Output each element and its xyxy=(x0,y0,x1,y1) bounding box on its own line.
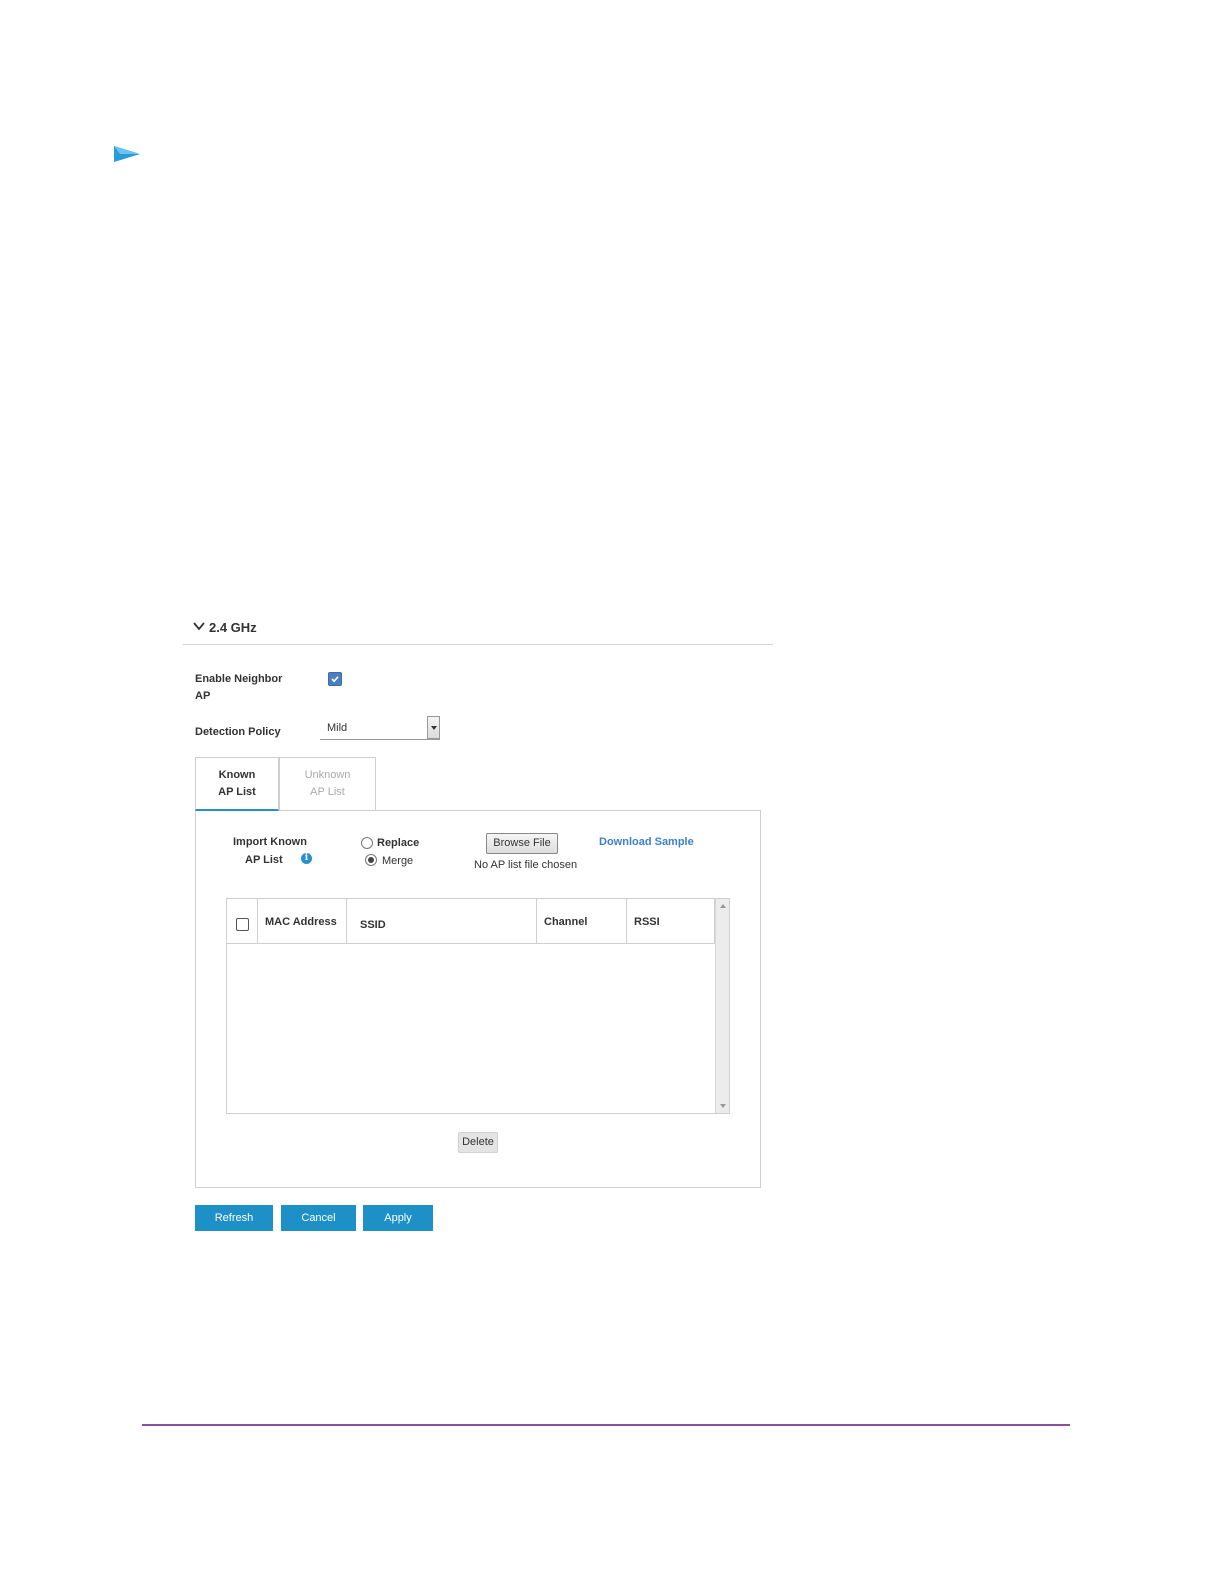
column-header-ssid[interactable]: SSID xyxy=(347,899,537,943)
scroll-up-icon[interactable] xyxy=(720,904,726,908)
settings-panel: 2.4 GHz Enable Neighbor AP Detection Pol… xyxy=(183,612,773,1242)
enable-neighbor-ap-label: Enable Neighbor AP xyxy=(195,673,283,702)
browse-file-button[interactable]: Browse File xyxy=(486,833,558,854)
delete-button[interactable]: Delete xyxy=(458,1132,498,1153)
apply-button[interactable]: Apply xyxy=(363,1205,433,1231)
bullet-arrow-icon xyxy=(114,146,140,162)
table-scrollbar[interactable] xyxy=(715,899,729,1113)
detection-policy-select[interactable]: Mild xyxy=(320,716,440,740)
known-ap-list-tab-content: Import Known AP List i Replace Merge Bro… xyxy=(195,810,761,1188)
table-header: MAC Address SSID Channel RSSI xyxy=(227,899,715,944)
chevron-down-icon[interactable] xyxy=(193,620,205,632)
column-header-rssi[interactable]: RSSI xyxy=(627,899,715,943)
checkmark-icon xyxy=(331,676,339,683)
refresh-button[interactable]: Refresh xyxy=(195,1205,273,1231)
scroll-down-icon[interactable] xyxy=(720,1104,726,1108)
replace-radio-label: Replace xyxy=(377,837,420,849)
select-all-checkbox[interactable] xyxy=(236,918,249,931)
select-all-cell xyxy=(227,899,258,943)
known-ap-table: MAC Address SSID Channel RSSI xyxy=(226,898,730,1114)
enable-neighbor-ap-checkbox[interactable] xyxy=(328,672,342,686)
info-icon[interactable]: i xyxy=(301,853,312,864)
radio-selected-dot xyxy=(368,857,374,863)
import-known-ap-list-label: Import Known AP List xyxy=(233,836,307,866)
replace-radio[interactable] xyxy=(361,837,373,849)
tab-unknown-ap-list[interactable]: Unknown AP List xyxy=(279,757,376,811)
merge-radio[interactable] xyxy=(365,854,377,866)
footer-divider xyxy=(142,1424,1070,1426)
section-title: 2.4 GHz xyxy=(209,620,257,635)
detection-policy-label: Detection Policy xyxy=(195,726,281,738)
cancel-button[interactable]: Cancel xyxy=(281,1205,356,1231)
tab-known-ap-list[interactable]: Known AP List xyxy=(195,757,279,811)
detection-policy-value: Mild xyxy=(327,722,348,734)
file-status-text: No AP list file chosen xyxy=(474,859,578,871)
merge-radio-label: Merge xyxy=(382,855,414,867)
column-header-channel[interactable]: Channel xyxy=(537,899,627,943)
select-arrow-icon[interactable] xyxy=(427,716,440,739)
download-sample-link[interactable]: Download Sample xyxy=(599,836,694,848)
section-header-2-4ghz[interactable]: 2.4 GHz xyxy=(183,612,773,645)
column-header-mac-address[interactable]: MAC Address xyxy=(258,899,347,943)
